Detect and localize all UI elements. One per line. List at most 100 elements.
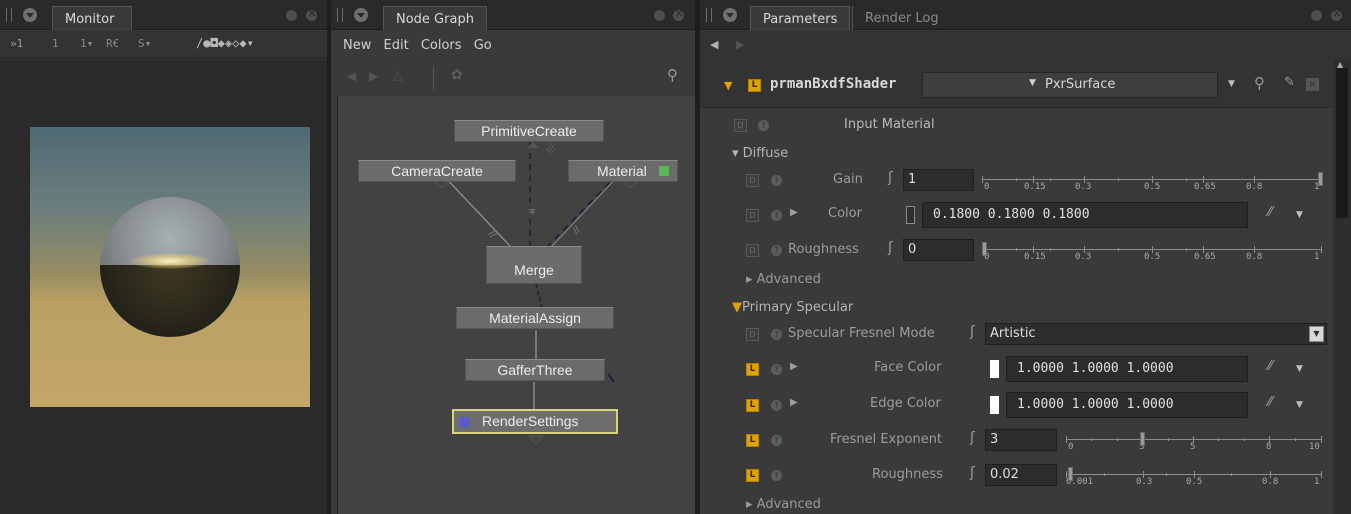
color-menu-arrow-icon[interactable]: ▼ bbox=[1296, 210, 1303, 220]
help-icon[interactable]: ? bbox=[771, 364, 782, 375]
toolbar-manipulator-icons[interactable]: /●◘◆◈◇◆▾ bbox=[196, 36, 254, 50]
tab-render-log[interactable]: Render Log bbox=[852, 6, 956, 30]
slider-handle[interactable] bbox=[1068, 467, 1073, 481]
drag-grip-icon[interactable] bbox=[337, 8, 343, 22]
menu-go[interactable]: Go bbox=[474, 38, 492, 53]
specular-advanced-toggle[interactable]: ▸ Advanced bbox=[746, 497, 821, 512]
expand-arrow-icon[interactable]: ▶ bbox=[790, 397, 798, 408]
section-primary-specular[interactable]: ▼Primary Specular bbox=[732, 300, 853, 315]
eyedropper-icon[interactable]: ⁄⁄ bbox=[1268, 395, 1272, 410]
live-group-icon[interactable]: L bbox=[746, 469, 759, 482]
tab-menu-icon[interactable] bbox=[723, 8, 737, 22]
shader-type-dropdown[interactable]: ▼ PxrSurface bbox=[922, 72, 1218, 98]
header-menu-arrow-icon[interactable]: ▼ bbox=[1228, 79, 1235, 89]
local-toggle-icon[interactable]: D bbox=[734, 119, 747, 132]
slider-toggle-icon[interactable]: ʃ bbox=[888, 170, 893, 186]
diffuse-roughness-slider[interactable]: 0 0.15 0.3 0.5 0.65 0.8 1 bbox=[982, 239, 1322, 262]
up-arrow-icon[interactable]: △ bbox=[393, 68, 403, 83]
expand-arrow-icon[interactable]: ▶ bbox=[790, 361, 798, 372]
live-group-icon[interactable]: L bbox=[746, 363, 759, 376]
slider-handle[interactable] bbox=[1318, 172, 1323, 186]
forward-arrow-icon[interactable]: ▶ bbox=[369, 69, 378, 83]
drag-grip-icon[interactable] bbox=[706, 8, 712, 22]
specular-roughness-input[interactable]: 0.02 bbox=[985, 464, 1057, 486]
diffuse-advanced-toggle[interactable]: ▸ Advanced bbox=[746, 272, 821, 287]
close-shader-icon[interactable]: × bbox=[1306, 78, 1319, 91]
search-icon[interactable]: ⚲ bbox=[667, 66, 678, 84]
section-diffuse[interactable]: ▾ Diffuse bbox=[732, 146, 788, 161]
tab-parameters[interactable]: Parameters bbox=[750, 6, 850, 30]
local-toggle-icon[interactable]: D bbox=[746, 244, 759, 257]
tab-menu-icon[interactable] bbox=[354, 8, 368, 22]
slider-handle[interactable] bbox=[1140, 432, 1145, 446]
edge-color-swatch[interactable] bbox=[990, 396, 999, 414]
toolbar-swipe-dropdown[interactable]: S▾ bbox=[138, 37, 151, 50]
help-icon[interactable]: ? bbox=[771, 175, 782, 186]
local-toggle-icon[interactable]: D bbox=[746, 174, 759, 187]
slider-toggle-icon[interactable]: ʃ bbox=[970, 430, 975, 446]
close-panel-icon[interactable] bbox=[673, 6, 684, 21]
scrollbar-thumb[interactable] bbox=[1336, 68, 1348, 218]
eyedropper-icon[interactable]: ⁄⁄ bbox=[1268, 205, 1272, 220]
toolbar-frame-icon[interactable]: »1 bbox=[10, 37, 23, 50]
slider-handle[interactable] bbox=[982, 242, 987, 256]
gain-slider[interactable]: 0 0.15 0.3 0.5 0.65 0.8 1 bbox=[982, 169, 1323, 192]
help-icon[interactable]: ? bbox=[771, 470, 782, 481]
color-value-field[interactable]: 0.1800 0.1800 0.1800 bbox=[922, 202, 1248, 228]
slider-toggle-icon[interactable]: ʃ bbox=[888, 240, 893, 256]
color-menu-arrow-icon[interactable]: ▼ bbox=[1296, 400, 1303, 410]
node-graph-canvas[interactable]: /// // ≡ // PrimitiveCreate CameraCreate… bbox=[337, 96, 695, 514]
help-icon[interactable]: ? bbox=[771, 329, 782, 340]
parameters-scrollbar[interactable]: ▲ bbox=[1333, 60, 1351, 514]
help-icon[interactable]: ? bbox=[758, 120, 769, 131]
shader-node-name[interactable]: prmanBxdfShader bbox=[770, 76, 896, 92]
help-icon[interactable]: ? bbox=[771, 400, 782, 411]
face-color-value-field[interactable]: 1.0000 1.0000 1.0000 bbox=[1006, 356, 1248, 382]
color-menu-arrow-icon[interactable]: ▼ bbox=[1296, 364, 1303, 374]
panel-divider[interactable] bbox=[695, 0, 700, 514]
toolbar-roi-icon[interactable]: R€ bbox=[106, 37, 119, 50]
local-toggle-icon[interactable]: D bbox=[746, 209, 759, 222]
toolbar-channel-icon[interactable]: 1 bbox=[52, 37, 59, 50]
menu-new[interactable]: New bbox=[343, 38, 371, 53]
eyedropper-icon[interactable]: ⁄⁄ bbox=[1268, 359, 1272, 374]
collapse-arrow-icon[interactable]: ▼ bbox=[724, 79, 732, 92]
local-toggle-icon[interactable]: D bbox=[746, 328, 759, 341]
node-material-assign[interactable]: MaterialAssign bbox=[456, 307, 614, 329]
tab-node-graph[interactable]: Node Graph bbox=[383, 6, 487, 30]
close-panel-icon[interactable] bbox=[306, 6, 317, 21]
monitor-viewport[interactable] bbox=[0, 60, 327, 514]
expand-arrow-icon[interactable]: ▶ bbox=[790, 207, 798, 218]
color-swatch[interactable] bbox=[906, 206, 915, 224]
node-primitive-create[interactable]: PrimitiveCreate bbox=[454, 120, 604, 142]
fresnel-exponent-input[interactable]: 3 bbox=[985, 429, 1057, 451]
diffuse-roughness-input[interactable]: 0 bbox=[903, 239, 974, 261]
slider-toggle-icon[interactable]: ʃ bbox=[970, 465, 975, 481]
help-icon[interactable]: ? bbox=[771, 245, 782, 256]
float-panel-icon[interactable] bbox=[1311, 10, 1322, 21]
history-forward-icon[interactable]: ▶ bbox=[736, 38, 744, 51]
edge-color-value-field[interactable]: 1.0000 1.0000 1.0000 bbox=[1006, 392, 1248, 418]
live-group-icon[interactable]: L bbox=[746, 399, 759, 412]
live-group-icon[interactable]: L bbox=[746, 434, 759, 447]
fresnel-mode-dropdown[interactable]: Artistic ▼ bbox=[985, 323, 1327, 345]
fresnel-exponent-slider[interactable]: 0 3 5 8 10 bbox=[1066, 429, 1322, 452]
help-icon[interactable]: ? bbox=[771, 435, 782, 446]
panel-divider[interactable] bbox=[327, 0, 331, 514]
float-panel-icon[interactable] bbox=[286, 10, 297, 21]
slider-toggle-icon[interactable]: ʃ bbox=[970, 324, 975, 340]
node-camera-create[interactable]: CameraCreate bbox=[358, 160, 516, 182]
pin-icon[interactable]: ✎ bbox=[1284, 75, 1295, 90]
node-render-settings[interactable]: RenderSettings bbox=[452, 409, 618, 434]
float-panel-icon[interactable] bbox=[654, 10, 665, 21]
tab-monitor[interactable]: Monitor bbox=[52, 6, 132, 30]
node-gaffer-three[interactable]: GafferThree bbox=[465, 359, 605, 381]
gear-icon[interactable]: ✿ bbox=[451, 67, 463, 83]
search-icon[interactable]: ⚲ bbox=[1254, 74, 1265, 92]
drag-grip-icon[interactable] bbox=[6, 8, 12, 22]
gain-input[interactable]: 1 bbox=[903, 169, 974, 191]
help-icon[interactable]: ? bbox=[771, 210, 782, 221]
toolbar-layer-dropdown[interactable]: 1▾ bbox=[80, 37, 93, 50]
node-material[interactable]: Material bbox=[568, 160, 678, 182]
tab-menu-icon[interactable] bbox=[23, 8, 37, 22]
